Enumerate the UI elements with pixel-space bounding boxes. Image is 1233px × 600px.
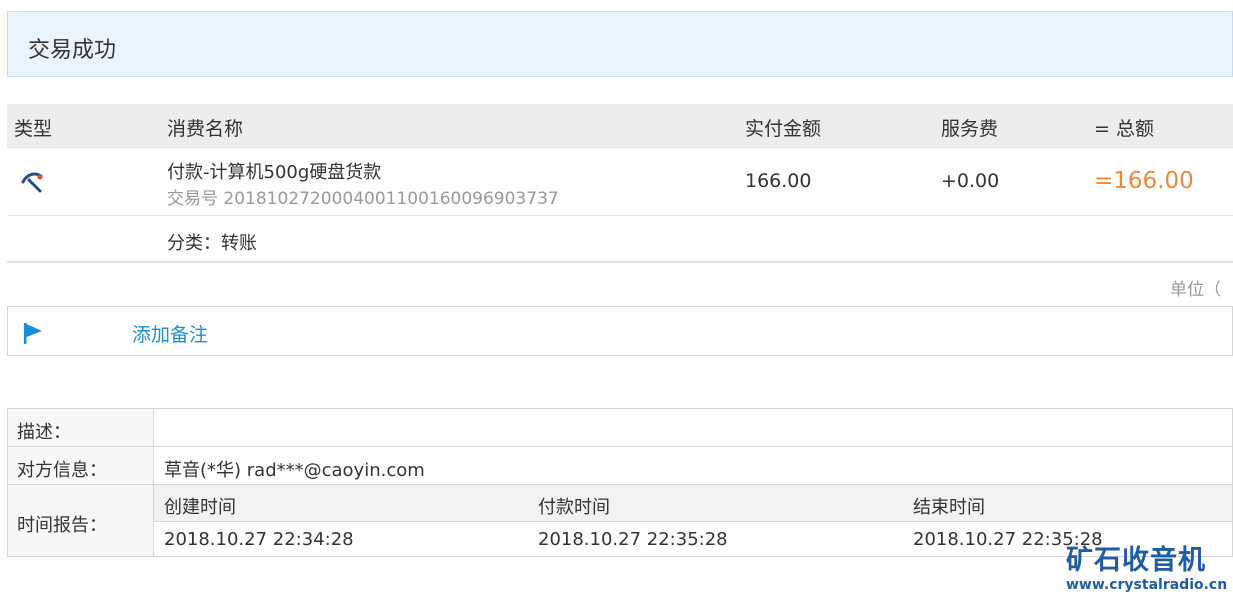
created-time-label: 创建时间 — [164, 497, 236, 518]
watermark-title: 矿石收音机 — [1066, 545, 1206, 576]
service-fee: +0.00 — [941, 170, 1000, 192]
unit-label: 单位（ — [1170, 280, 1221, 300]
end-time-label: 结束时间 — [913, 497, 985, 518]
details-table: 描述： 对方信息： 草音(*华) rad***@caoyin.com 时间报告：… — [7, 408, 1233, 557]
header-paid: 实付金额 — [745, 118, 822, 140]
row-divider — [8, 484, 1232, 485]
transaction-name: 付款-计算机500g硬盘货款 — [167, 162, 382, 183]
row-divider — [8, 446, 1232, 447]
payment-type-icon — [21, 172, 43, 193]
header-name: 消费名称 — [167, 118, 244, 140]
counterparty-value: 草音(*华) rad***@caoyin.com — [164, 460, 425, 481]
paid-time-value: 2018.10.27 22:35:28 — [538, 529, 728, 550]
status-title: 交易成功 — [28, 38, 117, 63]
counterparty-label: 对方信息： — [17, 460, 107, 481]
time-header-background — [154, 485, 1232, 521]
paid-time-label: 付款时间 — [538, 497, 610, 518]
transaction-row: 付款-计算机500g硬盘货款 交易号 201810272000400110016… — [7, 148, 1233, 216]
transaction-number: 交易号 2018102720004001100160096903737 — [167, 189, 559, 209]
memo-box: 添加备注 — [7, 306, 1233, 356]
transaction-table-header: 类型 消费名称 实付金额 服务费 = 总额 — [7, 104, 1233, 148]
flag-icon — [24, 323, 42, 344]
row-divider — [154, 521, 1233, 522]
description-label: 描述： — [17, 422, 71, 443]
category-row: 分类：转账 — [7, 216, 1233, 263]
category-label: 分类：转账 — [167, 233, 257, 254]
paid-amount: 166.00 — [745, 170, 812, 192]
time-report-label: 时间报告： — [17, 515, 107, 536]
created-time-value: 2018.10.27 22:34:28 — [164, 529, 354, 550]
transaction-status-bar: 交易成功 — [7, 11, 1233, 77]
header-fee: 服务费 — [941, 118, 999, 140]
add-memo-link[interactable]: 添加备注 — [132, 320, 208, 347]
watermark-url: www.crystalradio.cn — [1066, 577, 1228, 593]
header-type: 类型 — [14, 118, 53, 140]
header-total: = 总额 — [1094, 118, 1154, 140]
total-amount: =166.00 — [1094, 168, 1194, 194]
watermark: 矿石收音机 www.crystalradio.cn — [1066, 538, 1228, 598]
